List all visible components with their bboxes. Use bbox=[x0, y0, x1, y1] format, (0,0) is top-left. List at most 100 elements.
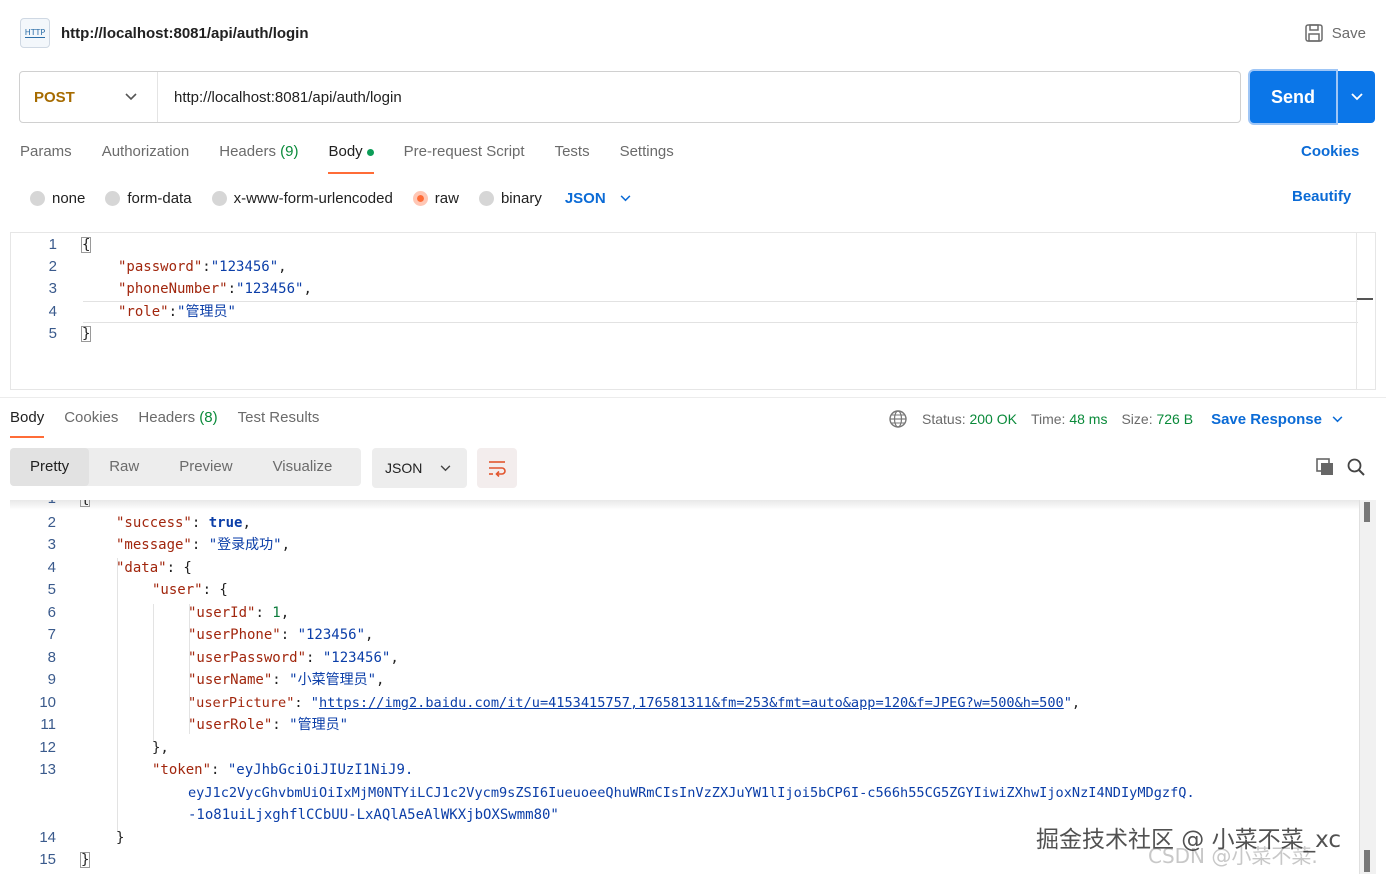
save-button[interactable]: Save bbox=[1304, 23, 1366, 43]
line-number: 3 bbox=[48, 280, 57, 297]
code-line-user: "user": { bbox=[152, 582, 228, 598]
body-format-label: JSON bbox=[564, 189, 606, 207]
json-value: "eyJhbGciOiJIUzI1NiJ9. bbox=[227, 762, 414, 778]
editor-scrollbar[interactable] bbox=[1356, 233, 1375, 389]
json-value: "登录成功" bbox=[208, 537, 282, 553]
close-brace: } bbox=[80, 852, 91, 868]
tab-settings[interactable]: Settings bbox=[620, 140, 674, 174]
json-key: "success" bbox=[116, 515, 192, 531]
copy-icon[interactable] bbox=[1315, 457, 1335, 477]
request-body-editor[interactable]: 1 2 3 4 5 { "password":"123456", "phoneN… bbox=[10, 232, 1376, 390]
radio-circle bbox=[105, 190, 121, 206]
url-bar: POST http://localhost:8081/api/auth/logi… bbox=[19, 71, 1241, 123]
scrollbar-thumb[interactable] bbox=[1364, 502, 1370, 522]
token-continuation: eyJ1c2VycGhvbmUiOiIxMjM0NTYiLCJ1c2Vycm9s… bbox=[188, 785, 1195, 801]
wrap-lines-icon bbox=[489, 461, 506, 477]
json-key: "password" bbox=[118, 259, 203, 275]
radio-binary-label: binary bbox=[500, 189, 542, 207]
line-number: 1 bbox=[10, 500, 56, 510]
close-brace: } bbox=[81, 326, 92, 342]
radio-binary[interactable]: binary bbox=[478, 189, 542, 207]
body-format-select[interactable]: JSON bbox=[565, 190, 631, 207]
tab-tests[interactable]: Tests bbox=[555, 140, 590, 174]
tab-body-label: Body bbox=[328, 143, 363, 160]
code-line-message: "message": "登录成功", bbox=[116, 537, 291, 553]
response-body-viewer[interactable]: 1 2 3 4 5 6 7 8 9 10 11 12 13 14 15 { "s… bbox=[10, 500, 1376, 874]
data-close-brace: } bbox=[116, 830, 125, 846]
http-icon-label: HTTP bbox=[24, 28, 46, 38]
request-tabs: Params Authorization Headers (9) Body Pr… bbox=[20, 140, 674, 174]
json-key: "user" bbox=[152, 582, 203, 598]
tab-headers[interactable]: Headers (9) bbox=[219, 140, 298, 174]
json-value: "123456" bbox=[210, 259, 279, 275]
time-value: 48 ms bbox=[1069, 411, 1108, 427]
send-button[interactable]: Send bbox=[1250, 71, 1336, 123]
response-format-select[interactable]: JSON bbox=[372, 448, 467, 488]
json-key: "userName" bbox=[188, 672, 273, 688]
wrap-lines-button[interactable] bbox=[477, 448, 517, 488]
watermark-juejin: 掘金技术社区 @ 小菜不菜_xc bbox=[1036, 827, 1341, 853]
json-key: "userPicture" bbox=[188, 695, 295, 711]
tab-headers-label: Headers bbox=[219, 143, 276, 160]
radio-none-label: none bbox=[52, 189, 86, 207]
code-line-userrole: "userRole": "管理员" bbox=[188, 717, 349, 733]
tab-authorization[interactable]: Authorization bbox=[102, 140, 190, 174]
url-input[interactable]: http://localhost:8081/api/auth/login bbox=[174, 89, 402, 106]
request-header: HTTP http://localhost:8081/api/auth/logi… bbox=[20, 18, 1366, 48]
line-number: 15 bbox=[39, 851, 56, 868]
chevron-down-icon bbox=[1332, 415, 1343, 422]
line-number: 2 bbox=[47, 514, 56, 531]
status-field[interactable]: Status: 200 OK bbox=[922, 411, 1017, 427]
body-indicator-dot bbox=[366, 148, 374, 156]
radio-urlencoded[interactable]: x-www-form-urlencoded bbox=[211, 190, 393, 207]
scrollbar-thumb[interactable] bbox=[1364, 850, 1370, 872]
view-pretty[interactable]: Pretty bbox=[10, 448, 90, 486]
radio-raw[interactable]: raw bbox=[412, 190, 459, 207]
size-value: 726 B bbox=[1156, 411, 1194, 427]
tab-body[interactable]: Body bbox=[328, 140, 374, 174]
radio-none[interactable]: none bbox=[30, 190, 85, 207]
save-response-label: Save Response bbox=[1211, 410, 1322, 428]
json-value: "123456" bbox=[297, 627, 366, 643]
pane-divider[interactable] bbox=[0, 397, 1386, 398]
tab-params[interactable]: Params bbox=[20, 140, 72, 174]
send-options-button[interactable] bbox=[1338, 71, 1375, 123]
code-line-phone: "phoneNumber":"123456", bbox=[118, 281, 312, 297]
tab-prerequest-script[interactable]: Pre-request Script bbox=[404, 140, 525, 174]
tab-response-cookies[interactable]: Cookies bbox=[64, 406, 118, 438]
picture-url-link[interactable]: https://img2.baidu.com/it/u=4153415757,1… bbox=[319, 695, 1064, 711]
method-select[interactable]: POST bbox=[20, 72, 158, 122]
code-line-userphone: "userPhone": "123456", bbox=[188, 627, 374, 643]
line-number: 12 bbox=[39, 739, 56, 756]
save-response-button[interactable]: Save Response bbox=[1211, 411, 1343, 428]
code-line-success: "success": true, bbox=[116, 515, 251, 531]
tab-response-headers[interactable]: Headers (8) bbox=[138, 406, 217, 438]
open-brace: { bbox=[80, 500, 91, 507]
radio-circle bbox=[478, 190, 494, 206]
tab-test-results[interactable]: Test Results bbox=[238, 406, 320, 438]
json-key: "token" bbox=[152, 762, 212, 778]
time-field[interactable]: Time: 48 ms bbox=[1031, 411, 1108, 427]
open-brace: { bbox=[81, 237, 92, 253]
globe-icon[interactable] bbox=[888, 409, 908, 429]
response-headers-count: (8) bbox=[199, 409, 218, 426]
size-field[interactable]: Size: 726 B bbox=[1121, 411, 1193, 427]
chevron-down-icon bbox=[125, 93, 137, 101]
view-raw[interactable]: Raw bbox=[89, 448, 159, 486]
radio-circle bbox=[30, 190, 45, 206]
response-tabs: Body Cookies Headers (8) Test Results bbox=[10, 406, 319, 438]
beautify-button[interactable]: Beautify bbox=[1292, 188, 1351, 205]
radio-form-data[interactable]: form-data bbox=[105, 190, 192, 207]
request-title[interactable]: http://localhost:8081/api/auth/login bbox=[61, 25, 309, 42]
search-icon[interactable] bbox=[1346, 457, 1366, 477]
json-value: "123456" bbox=[236, 281, 304, 297]
tab-response-body[interactable]: Body bbox=[10, 406, 45, 438]
code-line-userpicture: "userPicture": "https://img2.baidu.com/i… bbox=[188, 695, 1081, 711]
indent-guide bbox=[153, 604, 154, 742]
response-scrollbar[interactable] bbox=[1359, 500, 1376, 874]
view-preview[interactable]: Preview bbox=[159, 448, 252, 486]
view-visualize[interactable]: Visualize bbox=[253, 448, 353, 486]
json-key: "role" bbox=[118, 304, 169, 320]
chevron-down-icon bbox=[440, 464, 451, 471]
cookies-link[interactable]: Cookies bbox=[1301, 143, 1359, 160]
